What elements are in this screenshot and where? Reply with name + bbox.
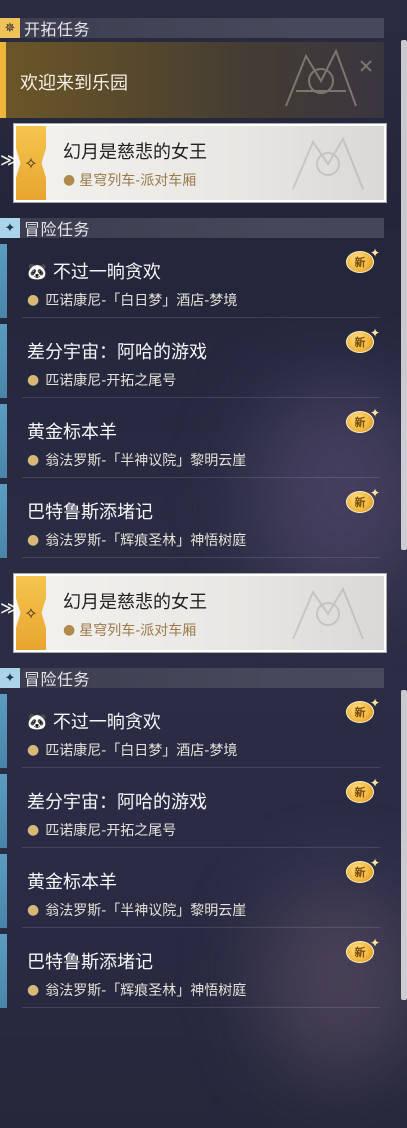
diamond-star-icon: ✦ [0,668,20,688]
map-pin-icon: ● [27,372,40,388]
map-pin-icon: ● [27,822,40,838]
adventure-section-title: 冒险任务 [24,670,91,689]
compass-star-icon: ✵ [0,18,20,38]
quest-location: ● 翁法罗斯-「辉痕圣林」神悟树庭 [27,530,246,550]
quest-location: ● 匹诺康尼-「白日梦」酒店-梦境 [27,290,237,310]
active-quest-card[interactable]: ✧ 幻月是慈悲的女王 ● 星穹列车-派对车厢 [14,574,386,652]
scrollbar[interactable] [401,40,407,550]
quest-location-text: 翁法罗斯-「辉痕圣林」神悟树庭 [45,983,247,999]
sparkle-icon: ✦ [369,776,380,790]
quest-location: ● 匹诺康尼-开拓之尾号 [27,370,176,390]
sparkle-icon: ✦ [369,936,380,950]
quest-location: ● 翁法罗斯-「半神议院」黎明云崖 [27,900,246,920]
quest-location-text: 匹诺康尼-「白日梦」酒店-梦境 [45,293,238,309]
active-quest-location: ● 星穹列车-派对车厢 [63,620,196,640]
sparkle-icon: ✦ [369,486,380,500]
adventure-quest-item[interactable]: 巴特鲁斯添堵记 ● 翁法罗斯-「辉痕圣林」神悟树庭 新 ✦ [0,484,380,558]
map-pin-icon: ● [27,292,40,308]
quest-title-text: 不过一晌贪欢 [52,712,161,733]
adventure-quest-item[interactable]: 🐼 不过一晌贪欢 ● 匹诺康尼-「白日梦」酒店-梦境 新 ✦ [0,694,380,768]
quest-location: ● 翁法罗斯-「半神议院」黎明云崖 [27,450,246,470]
trailblaze-section-header: ✵ 开拓任务 [0,18,384,39]
new-badge: 新 ✦ [346,246,380,274]
new-badge: 新 ✦ [346,776,380,804]
new-badge: 新 ✦ [346,326,380,354]
quest-title: 巴特鲁斯添堵记 [27,948,153,974]
quest-title: 🐼 不过一晌贪欢 [27,258,161,284]
new-badge: 新 ✦ [346,856,380,884]
quest-location-text: 匹诺康尼-开拓之尾号 [45,823,177,839]
adventure-quest-item[interactable]: 黄金标本羊 ● 翁法罗斯-「半神议院」黎明云崖 新 ✦ [0,854,380,928]
map-pin-icon: ● [27,902,40,918]
quest-title: 巴特鲁斯添堵记 [27,498,153,524]
new-badge: 新 ✦ [346,936,380,964]
quest-title-text: 巴特鲁斯添堵记 [27,952,153,973]
sparkle-icon: ✦ [369,406,380,420]
quest-emblem-icon [292,136,364,190]
trailblaze-section-title: 开拓任务 [24,20,91,39]
adventure-section-title: 冒险任务 [24,220,91,239]
quest-location-text: 翁法罗斯-「半神议院」黎明云崖 [45,903,247,919]
quest-title: 🐼 不过一晌贪欢 [27,708,161,734]
map-pin-icon: ● [27,982,40,998]
quest-location-text: 翁法罗斯-「半神议院」黎明云崖 [45,453,247,469]
sparkle-icon: ✦ [369,246,380,260]
map-pin-icon: ● [63,172,76,188]
map-pin-icon: ● [27,742,40,758]
active-quest-title: 幻月是慈悲的女王 [63,142,207,163]
quest-title-text: 黄金标本羊 [27,872,117,893]
map-pin-icon: ● [27,532,40,548]
quest-location-text: 匹诺康尼-「白日梦」酒店-梦境 [45,743,238,759]
quest-location-text: 翁法罗斯-「辉痕圣林」神悟树庭 [45,533,247,549]
quest-title: 黄金标本羊 [27,418,117,444]
new-badge: 新 ✦ [346,406,380,434]
active-quest-location-text: 星穹列车-派对车厢 [79,623,197,639]
panda-icon: 🐼 [27,711,47,731]
adventure-quest-item[interactable]: 黄金标本羊 ● 翁法罗斯-「半神议院」黎明云崖 新 ✦ [0,404,380,478]
adventure-quest-item[interactable]: 差分宇宙：阿哈的游戏 ● 匹诺康尼-开拓之尾号 新 ✦ [0,774,380,848]
panda-icon: 🐼 [27,261,47,281]
quest-title: 差分宇宙：阿哈的游戏 [27,338,207,364]
adventure-quest-item[interactable]: 巴特鲁斯添堵记 ● 翁法罗斯-「辉痕圣林」神悟树庭 新 ✦ [0,934,380,1008]
new-badge: 新 ✦ [346,696,380,724]
park-emblem-icon [285,48,372,107]
trailblaze-medal-icon: ✧ [16,126,46,200]
quest-location: ● 匹诺康尼-「白日梦」酒店-梦境 [27,740,237,760]
quest-title: 黄金标本羊 [27,868,117,894]
quest-title-text: 差分宇宙：阿哈的游戏 [27,792,207,813]
quest-location: ● 匹诺康尼-开拓之尾号 [27,820,176,840]
adventure-section-header: ✦ 冒险任务 [0,668,384,689]
map-pin-icon: ● [27,452,40,468]
active-quest-card[interactable]: ✧ 幻月是慈悲的女王 ● 星穹列车-派对车厢 [14,124,386,202]
quest-title: 差分宇宙：阿哈的游戏 [27,788,207,814]
sparkle-icon: ✦ [369,326,380,340]
map-pin-icon: ● [63,622,76,638]
active-quest-title: 幻月是慈悲的女王 [63,592,207,613]
active-quest-location-text: 星穹列车-派对车厢 [79,173,197,189]
quest-title-text: 不过一晌贪欢 [52,262,161,283]
scrollbar[interactable] [401,690,407,1000]
welcome-title: 欢迎来到乐园 [20,73,128,94]
diamond-star-icon: ✦ [0,218,20,238]
adventure-section-header: ✦ 冒险任务 [0,218,384,239]
new-badge: 新 ✦ [346,486,380,514]
quest-title-text: 黄金标本羊 [27,422,117,443]
quest-location: ● 翁法罗斯-「辉痕圣林」神悟树庭 [27,980,246,1000]
sparkle-icon: ✦ [369,696,380,710]
quest-location-text: 匹诺康尼-开拓之尾号 [45,373,177,389]
adventure-quest-item[interactable]: 差分宇宙：阿哈的游戏 ● 匹诺康尼-开拓之尾号 新 ✦ [0,324,380,398]
sparkle-icon: ✦ [369,856,380,870]
quest-title-text: 巴特鲁斯添堵记 [27,502,153,523]
quest-emblem-icon [292,586,364,640]
quest-title-text: 差分宇宙：阿哈的游戏 [27,342,207,363]
trailblaze-medal-icon: ✧ [16,576,46,650]
welcome-banner[interactable]: 欢迎来到乐园 [0,42,384,118]
active-quest-location: ● 星穹列车-派对车厢 [63,170,196,190]
adventure-quest-item[interactable]: 🐼 不过一晌贪欢 ● 匹诺康尼-「白日梦」酒店-梦境 新 ✦ [0,244,380,318]
